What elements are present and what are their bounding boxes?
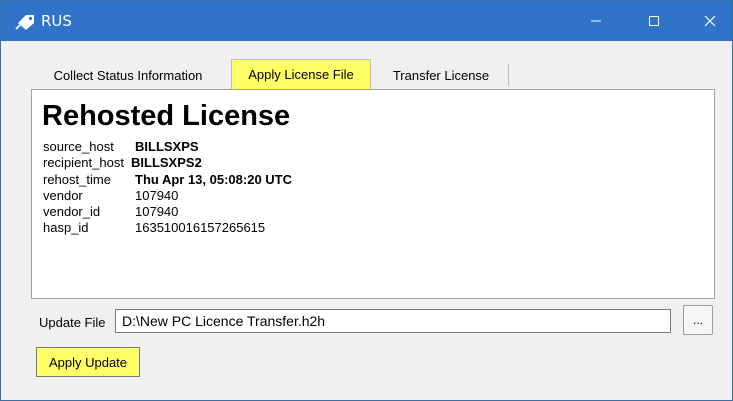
title-bar[interactable]: RUS — [1, 1, 732, 41]
key-tag-icon — [15, 11, 37, 31]
tab-collect-status-information[interactable]: Collect Status Information — [28, 61, 228, 89]
tab-strip: Collect Status Information Apply License… — [28, 59, 718, 89]
tab-transfer-license[interactable]: Transfer License — [374, 64, 509, 86]
field-value: 163510016157265615 — [135, 220, 266, 235]
tab-apply-license-file[interactable]: Apply License File — [231, 59, 371, 89]
field-value: BILLSXPS — [135, 139, 199, 154]
maximize-icon — [649, 16, 659, 26]
apply-update-button[interactable]: Apply Update — [36, 347, 140, 377]
field-value: 107940 — [135, 204, 179, 219]
field-key: rehost_time — [43, 172, 111, 187]
update-file-input[interactable] — [115, 309, 671, 333]
field-key: hasp_id — [43, 220, 89, 235]
close-icon — [704, 15, 716, 27]
field-value: 107940 — [135, 188, 179, 203]
maximize-button[interactable] — [631, 1, 677, 41]
field-key: vendor — [43, 188, 83, 203]
license-heading: Rehosted License — [42, 100, 291, 132]
window-title: RUS — [41, 12, 72, 30]
rus-window: RUS Collect Status Information Apply Lic… — [0, 0, 733, 401]
field-key: vendor_id — [43, 204, 101, 219]
field-value: BILLSXPS2 — [131, 155, 202, 170]
close-button[interactable] — [687, 1, 733, 41]
field-key: recipient_host — [43, 155, 124, 170]
license-info-panel: Rehosted License source_host BILLSXPS re… — [31, 89, 715, 299]
minimize-icon — [591, 20, 601, 22]
update-file-label: Update File — [39, 315, 106, 330]
browse-button[interactable]: ... — [683, 305, 713, 335]
field-key: source_host — [43, 139, 114, 154]
field-value: Thu Apr 13, 05:08:20 UTC — [135, 172, 293, 187]
minimize-button[interactable] — [573, 1, 619, 41]
